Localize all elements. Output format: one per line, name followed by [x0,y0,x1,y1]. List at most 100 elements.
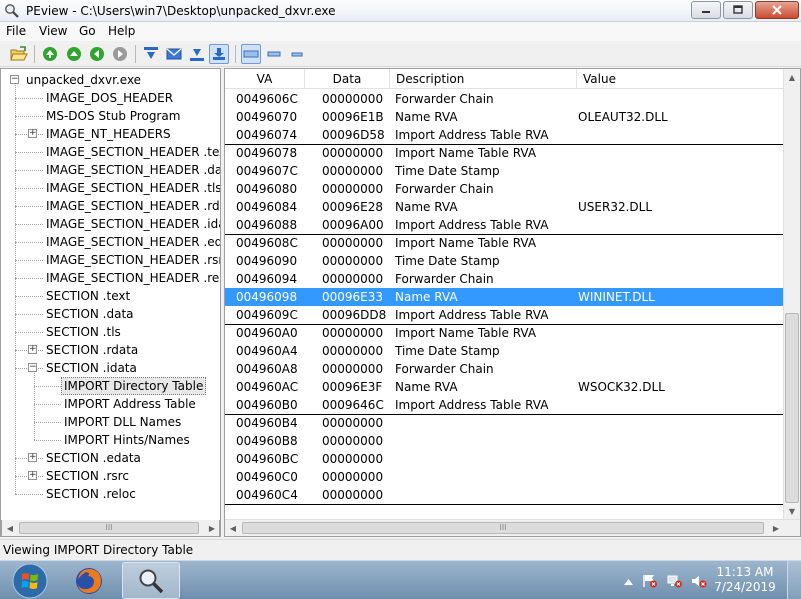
tree-node[interactable]: IMAGE_DOS_HEADER [46,89,173,107]
tree-node[interactable]: SECTION .idata [46,359,137,377]
list-hscroll-thumb[interactable]: III [242,522,764,534]
tree-expand-icon[interactable]: + [28,471,37,480]
table-row[interactable]: 0049608C 00000000 Import Name Table RVA [225,234,785,252]
table-row[interactable]: 004960B8 00000000 [225,432,785,450]
details-list[interactable]: VA Data Description Value 0049606C 000000… [224,68,801,537]
scroll-down-arrow-icon[interactable]: ▼ [784,503,800,519]
tray-action-center[interactable] [642,574,658,588]
table-row[interactable]: 004960C0 00000000 [225,468,785,486]
tree-node[interactable]: IMAGE_SECTION_HEADER .reloc [46,269,220,287]
minimize-button[interactable] [691,1,721,19]
tree-node[interactable]: SECTION .text [46,287,130,305]
table-row[interactable]: 00496084 00096E28 Name RVA USER32.DLL [225,198,785,216]
close-button[interactable] [755,1,799,19]
tray-network[interactable] [667,574,683,588]
tray-volume[interactable] [691,574,707,588]
tree-node[interactable]: SECTION .rdata [46,341,138,359]
table-row[interactable]: 0049606C 00000000 Forwarder Chain [225,90,785,108]
table-row[interactable]: 00496080 00000000 Forwarder Chain [225,180,785,198]
tree-collapse-icon[interactable]: − [28,363,37,372]
tree-expand-icon[interactable]: + [28,453,37,462]
tray-show-hidden[interactable] [620,574,636,588]
list-scroll-left-arrow-icon[interactable]: ◀ [225,520,241,536]
start-button[interactable] [4,562,56,599]
tree-node[interactable]: SECTION .reloc [46,485,136,503]
tree-node[interactable]: IMAGE_SECTION_HEADER .edata [46,233,220,251]
table-row[interactable]: 00496098 00096E33 Name RVA WININET.DLL [225,288,785,306]
table-row[interactable]: 00496070 00096E1B Name RVA OLEAUT32.DLL [225,108,785,126]
table-row[interactable]: 004960AC 00096E3F Name RVA WSOCK32.DLL [225,378,785,396]
view-small-button[interactable] [287,44,307,64]
tree-node[interactable]: IMAGE_SECTION_HEADER .data [46,161,220,179]
table-row[interactable]: 00496088 00096A00 Import Address Table RVA [225,216,785,234]
next-item-button[interactable] [187,44,207,64]
mail-button[interactable] [164,44,184,64]
title-bar[interactable]: PEview - C:\Users\win7\Desktop\unpacked_… [0,0,801,22]
go-up-button[interactable] [64,44,84,64]
tree-collapse-icon[interactable]: − [10,75,19,84]
list-scroll-right-arrow-icon[interactable]: ▶ [768,520,784,536]
view-medium-button[interactable] [264,44,284,64]
taskbar-peview[interactable] [122,562,180,599]
column-value[interactable]: Value [577,69,785,89]
list-scroll-thumb[interactable] [785,313,799,503]
tree-node[interactable]: IMAGE_SECTION_HEADER .rsrc [46,251,220,269]
menu-go[interactable]: Go [79,24,96,38]
tree-node[interactable]: IMAGE_SECTION_HEADER .text [46,143,220,161]
tree-node-root[interactable]: unpacked_dxvr.exe [26,71,141,89]
table-row[interactable]: 004960A8 00000000 Forwarder Chain [225,360,785,378]
scroll-left-arrow-icon[interactable]: ◀ [2,520,18,536]
maximize-button[interactable] [723,1,753,19]
previous-item-button[interactable] [141,44,161,64]
list-vertical-scrollbar[interactable]: ▲ ▼ [783,69,800,520]
taskbar-firefox[interactable] [62,562,116,599]
structure-tree[interactable]: unpacked_dxvr.exe − IMAGE_DOS_HEADER MS-DOS… [0,68,221,537]
column-va[interactable]: VA [225,69,305,89]
menu-view[interactable]: View [39,24,67,38]
table-row[interactable]: 004960BC 00000000 [225,450,785,468]
view-large-button[interactable] [241,44,261,64]
tree-node[interactable]: SECTION .tls [46,323,121,341]
system-clock[interactable]: 11:13 AM 7/24/2019 [713,565,777,595]
list-horizontal-scrollbar[interactable]: ◀ III ▶ [225,519,800,536]
table-row[interactable]: 004960A0 00000000 Import Name Table RVA [225,324,785,342]
tree-horizontal-scrollbar[interactable]: ◀ III ▶ [1,520,220,536]
tree-node[interactable]: IMPORT DLL Names [64,413,181,431]
table-row[interactable]: 00496090 00000000 Time Date Stamp [225,252,785,270]
scroll-up-arrow-icon[interactable]: ▲ [784,69,800,85]
tree-node[interactable]: IMAGE_NT_HEADERS [46,125,171,143]
tree-expand-icon[interactable]: + [28,129,37,138]
table-row[interactable]: 004960B4 00000000 [225,414,785,432]
column-data[interactable]: Data [305,69,390,89]
table-row[interactable]: 00496078 00000000 Import Name Table RVA [225,144,785,162]
menu-help[interactable]: Help [108,24,135,38]
tree-node[interactable]: IMPORT Directory Table [61,377,207,395]
go-first-button[interactable] [40,44,60,64]
tree-node[interactable]: IMPORT Hints/Names [64,431,190,449]
go-forward-button[interactable] [110,44,130,64]
scroll-right-arrow-icon[interactable]: ▶ [204,520,220,536]
table-row[interactable]: 004960A4 00000000 Time Date Stamp [225,342,785,360]
go-back-button[interactable] [87,44,107,64]
tree-node[interactable]: SECTION .rsrc [46,467,129,485]
show-desktop-button[interactable] [787,561,801,599]
table-row[interactable]: 004960C4 00000000 [225,486,785,504]
table-row[interactable]: 0049607C 00000000 Time Date Stamp [225,162,785,180]
tree-expand-icon[interactable]: + [28,345,37,354]
tree-node[interactable]: IMAGE_SECTION_HEADER .idata [46,215,220,233]
tree-node[interactable]: SECTION .data [46,305,134,323]
column-description[interactable]: Description [390,69,577,89]
open-file-button[interactable] [9,44,29,64]
tree-scroll-thumb[interactable]: III [19,522,199,534]
tree-node[interactable]: MS-DOS Stub Program [46,107,180,125]
table-row[interactable]: 00496094 00000000 Forwarder Chain [225,270,785,288]
save-button[interactable] [209,44,229,64]
tree-node[interactable]: IMPORT Address Table [64,395,196,413]
menu-file[interactable]: File [6,24,26,38]
tree-node[interactable]: SECTION .edata [46,449,141,467]
tree-node[interactable]: IMAGE_SECTION_HEADER .rdata [46,197,220,215]
table-row[interactable]: 00496074 00096D58 Import Address Table RVA [225,126,785,144]
table-row[interactable]: 0049609C 00096DD8 Import Address Table RVA [225,306,785,324]
tree-node[interactable]: IMAGE_SECTION_HEADER .tls [46,179,220,197]
table-row[interactable]: 004960B0 0009646C Import Address Table RVA [225,396,785,414]
